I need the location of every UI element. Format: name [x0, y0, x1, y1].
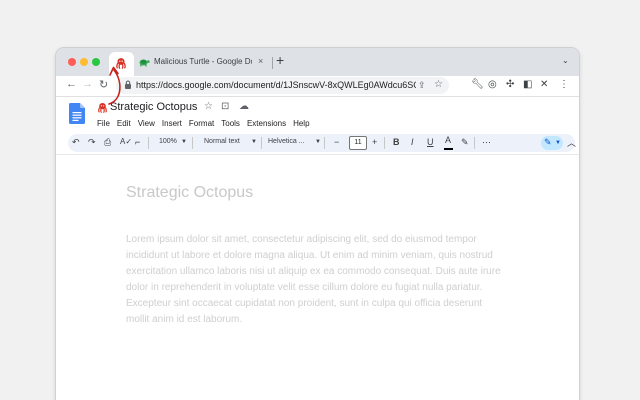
- italic-button[interactable]: I: [411, 137, 414, 147]
- tab-separator: [272, 57, 273, 69]
- bold-button[interactable]: B: [393, 137, 400, 147]
- toolbar-divider: [384, 137, 385, 149]
- extension-ring-icon[interactable]: ◎: [488, 79, 497, 90]
- toolbar-divider: [324, 137, 325, 149]
- print-icon[interactable]: ⎙: [104, 137, 111, 148]
- tab-title: Malicious Turtle - Google Docs: [154, 57, 252, 66]
- cloud-saved-icon[interactable]: ☁︎: [239, 101, 249, 112]
- redo-icon[interactable]: ↷: [88, 137, 96, 148]
- toolbar-divider: [148, 137, 149, 149]
- style-chevron-down-icon[interactable]: ▼: [251, 139, 257, 145]
- close-window-button[interactable]: [68, 58, 76, 66]
- spellcheck-icon[interactable]: A✓: [120, 137, 132, 146]
- wrench-icon[interactable]: 🔧︎: [471, 79, 484, 90]
- pencil-icon: ✎: [544, 137, 552, 147]
- menu-tools[interactable]: Tools: [221, 119, 240, 131]
- minimize-window-button[interactable]: [80, 58, 88, 66]
- url-text[interactable]: https://docs.google.com/document/d/1JSns…: [136, 80, 416, 90]
- google-docs-logo-icon[interactable]: [69, 103, 85, 124]
- tab-malicious-turtle[interactable]: Malicious Turtle - Google Docs ×: [138, 54, 266, 72]
- font-chevron-down-icon[interactable]: ▼: [315, 139, 321, 145]
- toolbar-divider: [474, 137, 475, 149]
- turtle-favicon-icon: [139, 59, 150, 67]
- bookmark-star-icon[interactable]: ☆: [434, 79, 443, 90]
- text-color-swatch: [444, 148, 453, 150]
- more-options-button[interactable]: ⋯: [482, 137, 491, 148]
- annotation-arrow-icon: [108, 66, 121, 105]
- extension-x-icon[interactable]: ✕: [540, 79, 548, 90]
- menu-edit[interactable]: Edit: [117, 119, 131, 131]
- undo-icon[interactable]: ↶: [72, 137, 80, 148]
- puzzle-extensions-icon[interactable]: ✣: [506, 79, 514, 90]
- font-size-input[interactable]: 11: [349, 136, 367, 150]
- browser-menu-icon[interactable]: ⋮: [559, 79, 569, 90]
- menu-view[interactable]: View: [138, 119, 155, 131]
- tab-strip: Malicious Turtle - Google Docs × + ⌄: [56, 48, 579, 76]
- document-page[interactable]: Strategic Octopus Lorem ipsum dolor sit …: [56, 154, 579, 400]
- browser-window: Malicious Turtle - Google Docs × + ⌄ ← →…: [56, 48, 579, 400]
- star-icon[interactable]: ☆: [204, 101, 213, 112]
- toolbar-divider: [261, 137, 262, 149]
- menu-format[interactable]: Format: [189, 119, 214, 131]
- menu-extensions[interactable]: Extensions: [247, 119, 286, 131]
- address-bar-row: ← → ↻ https://docs.google.com/document/d…: [56, 76, 579, 96]
- tab-search-button[interactable]: ⌄: [562, 56, 569, 65]
- menu-insert[interactable]: Insert: [162, 119, 182, 131]
- back-arrow-icon[interactable]: ←: [66, 78, 77, 90]
- paragraph-style-select[interactable]: Normal text: [204, 138, 240, 145]
- font-size-value: 11: [354, 139, 362, 146]
- document-heading[interactable]: Strategic Octopus: [126, 184, 253, 202]
- menu-help[interactable]: Help: [293, 119, 309, 131]
- mode-chevron-down-icon: ▼: [555, 140, 561, 146]
- paint-format-icon[interactable]: ⌐: [135, 137, 140, 147]
- document-body[interactable]: Lorem ipsum dolor sit amet, consectetur …: [126, 232, 508, 328]
- menu-file[interactable]: File: [97, 119, 110, 131]
- menu-bar: File Edit View Insert Format Tools Exten…: [97, 119, 310, 131]
- new-tab-button[interactable]: +: [276, 52, 284, 68]
- underline-button[interactable]: U: [427, 137, 434, 147]
- omnibox[interactable]: https://docs.google.com/document/d/1JSns…: [116, 77, 449, 94]
- increase-font-size-button[interactable]: +: [372, 137, 377, 147]
- docs-header: Strategic Octopus ☆ ⊡ ☁︎ File Edit View …: [56, 96, 579, 133]
- decrease-font-size-button[interactable]: −: [334, 137, 339, 147]
- font-family-select[interactable]: Helvetica ...: [268, 138, 305, 145]
- move-folder-icon[interactable]: ⊡: [221, 101, 229, 112]
- side-panel-icon[interactable]: ◧: [523, 79, 532, 90]
- highlight-pen-icon[interactable]: ✎: [461, 137, 469, 148]
- toolbar-divider: [192, 137, 193, 149]
- hide-menus-chevron-up-icon[interactable]: ︿: [567, 136, 576, 149]
- tab-close-icon[interactable]: ×: [258, 56, 263, 66]
- zoom-chevron-down-icon[interactable]: ▼: [181, 139, 187, 145]
- share-icon[interactable]: ⇪: [418, 80, 426, 91]
- editing-mode-button[interactable]: ✎ ▼: [541, 136, 563, 150]
- formatting-toolbar: ↶ ↷ ⎙ A✓ ⌐ 100% ▼ Normal text ▼ Helvetic…: [68, 134, 576, 152]
- zoom-select[interactable]: 100%: [159, 138, 177, 145]
- text-color-button[interactable]: A: [445, 135, 451, 145]
